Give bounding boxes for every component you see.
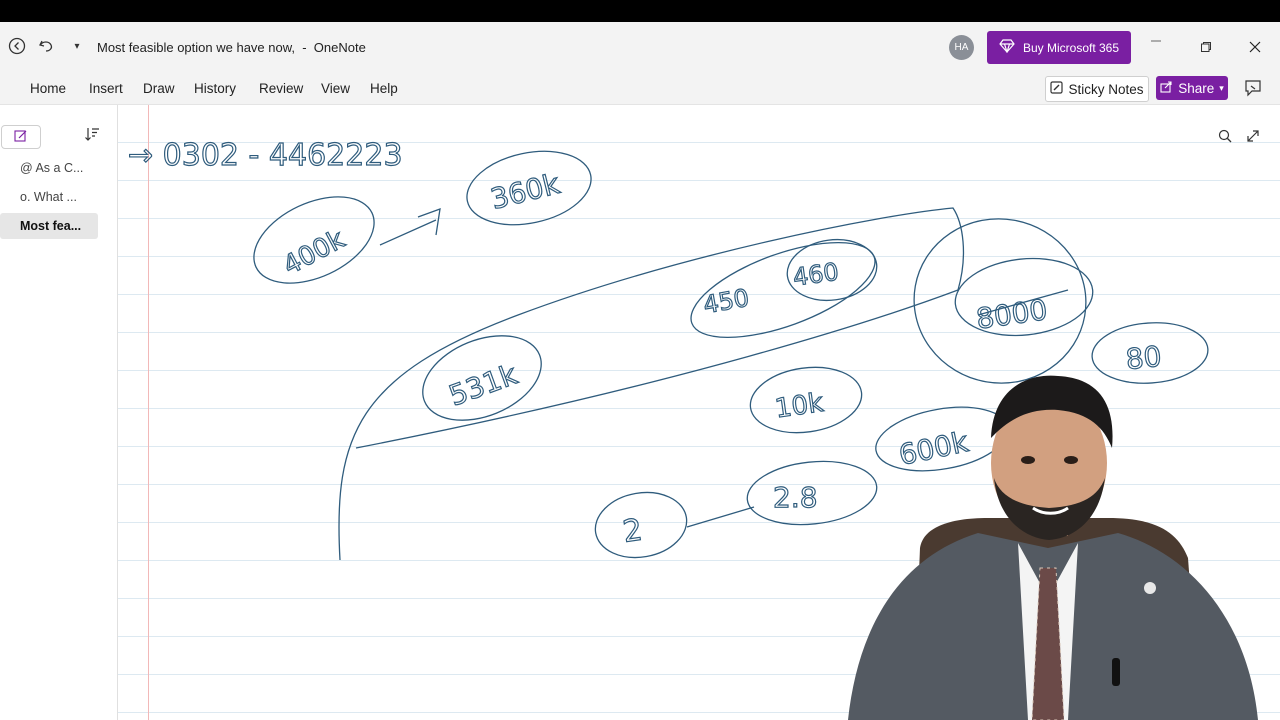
- bubble-531k: 531k: [445, 358, 522, 413]
- page-list-item[interactable]: @ As a C...: [20, 161, 83, 175]
- close-icon[interactable]: [1244, 36, 1266, 58]
- phone-number-ink: → 0302 - 4462223: [128, 138, 403, 173]
- compose-icon: [14, 129, 28, 146]
- back-icon[interactable]: [7, 36, 27, 56]
- diamond-icon: [999, 39, 1015, 56]
- presenter-video-overlay: [848, 375, 1258, 720]
- top-black-bar: [0, 0, 1280, 22]
- document-title: Most feasible option we have now, - OneN…: [97, 40, 366, 55]
- buy-label: Buy Microsoft 365: [1022, 40, 1120, 55]
- bubble-8000: 8000: [974, 293, 1049, 336]
- menu-review[interactable]: Review: [259, 81, 303, 96]
- chevron-down-icon: ▾: [1219, 82, 1224, 93]
- share-button[interactable]: Share ▾: [1156, 76, 1228, 100]
- search-icon[interactable]: [1215, 126, 1235, 146]
- expand-icon[interactable]: [1243, 126, 1263, 146]
- share-icon: [1160, 80, 1173, 96]
- menu-home[interactable]: Home: [30, 81, 66, 96]
- share-label: Share: [1178, 80, 1215, 96]
- undo-icon[interactable]: [36, 36, 56, 56]
- quick-access-dropdown-icon[interactable]: ▾: [67, 36, 87, 56]
- menu-view[interactable]: View: [321, 81, 350, 96]
- menu-help[interactable]: Help: [370, 81, 398, 96]
- menu-draw[interactable]: Draw: [143, 81, 175, 96]
- feedback-icon[interactable]: [1243, 78, 1263, 98]
- new-page-button[interactable]: [1, 125, 41, 149]
- bubble-360k: 360k: [487, 167, 563, 216]
- bubble-400k: 400k: [278, 224, 349, 281]
- restore-icon[interactable]: [1195, 36, 1217, 58]
- bubble-460: 460: [791, 258, 840, 292]
- bubble-2-8: 2.8: [773, 481, 818, 514]
- bubble-2: 2: [621, 513, 645, 550]
- sticky-notes-label: Sticky Notes: [1068, 81, 1144, 97]
- bubble-450: 450: [701, 284, 751, 320]
- avatar[interactable]: HA: [949, 35, 974, 60]
- sticky-notes-button[interactable]: Sticky Notes: [1045, 76, 1149, 102]
- buy-microsoft-365-button[interactable]: Buy Microsoft 365: [987, 31, 1131, 64]
- menu-history[interactable]: History: [194, 81, 236, 96]
- bubble-10k: 10k: [773, 388, 825, 424]
- sort-icon[interactable]: [84, 126, 100, 146]
- sticky-note-icon: [1050, 81, 1064, 97]
- page-list-item-active[interactable]: Most fea...: [0, 213, 98, 239]
- menu-insert[interactable]: Insert: [89, 81, 123, 96]
- page-list-item[interactable]: o. What ...: [20, 190, 77, 204]
- minimize-icon[interactable]: [1145, 30, 1167, 52]
- page-list-item-label: Most fea...: [20, 219, 82, 233]
